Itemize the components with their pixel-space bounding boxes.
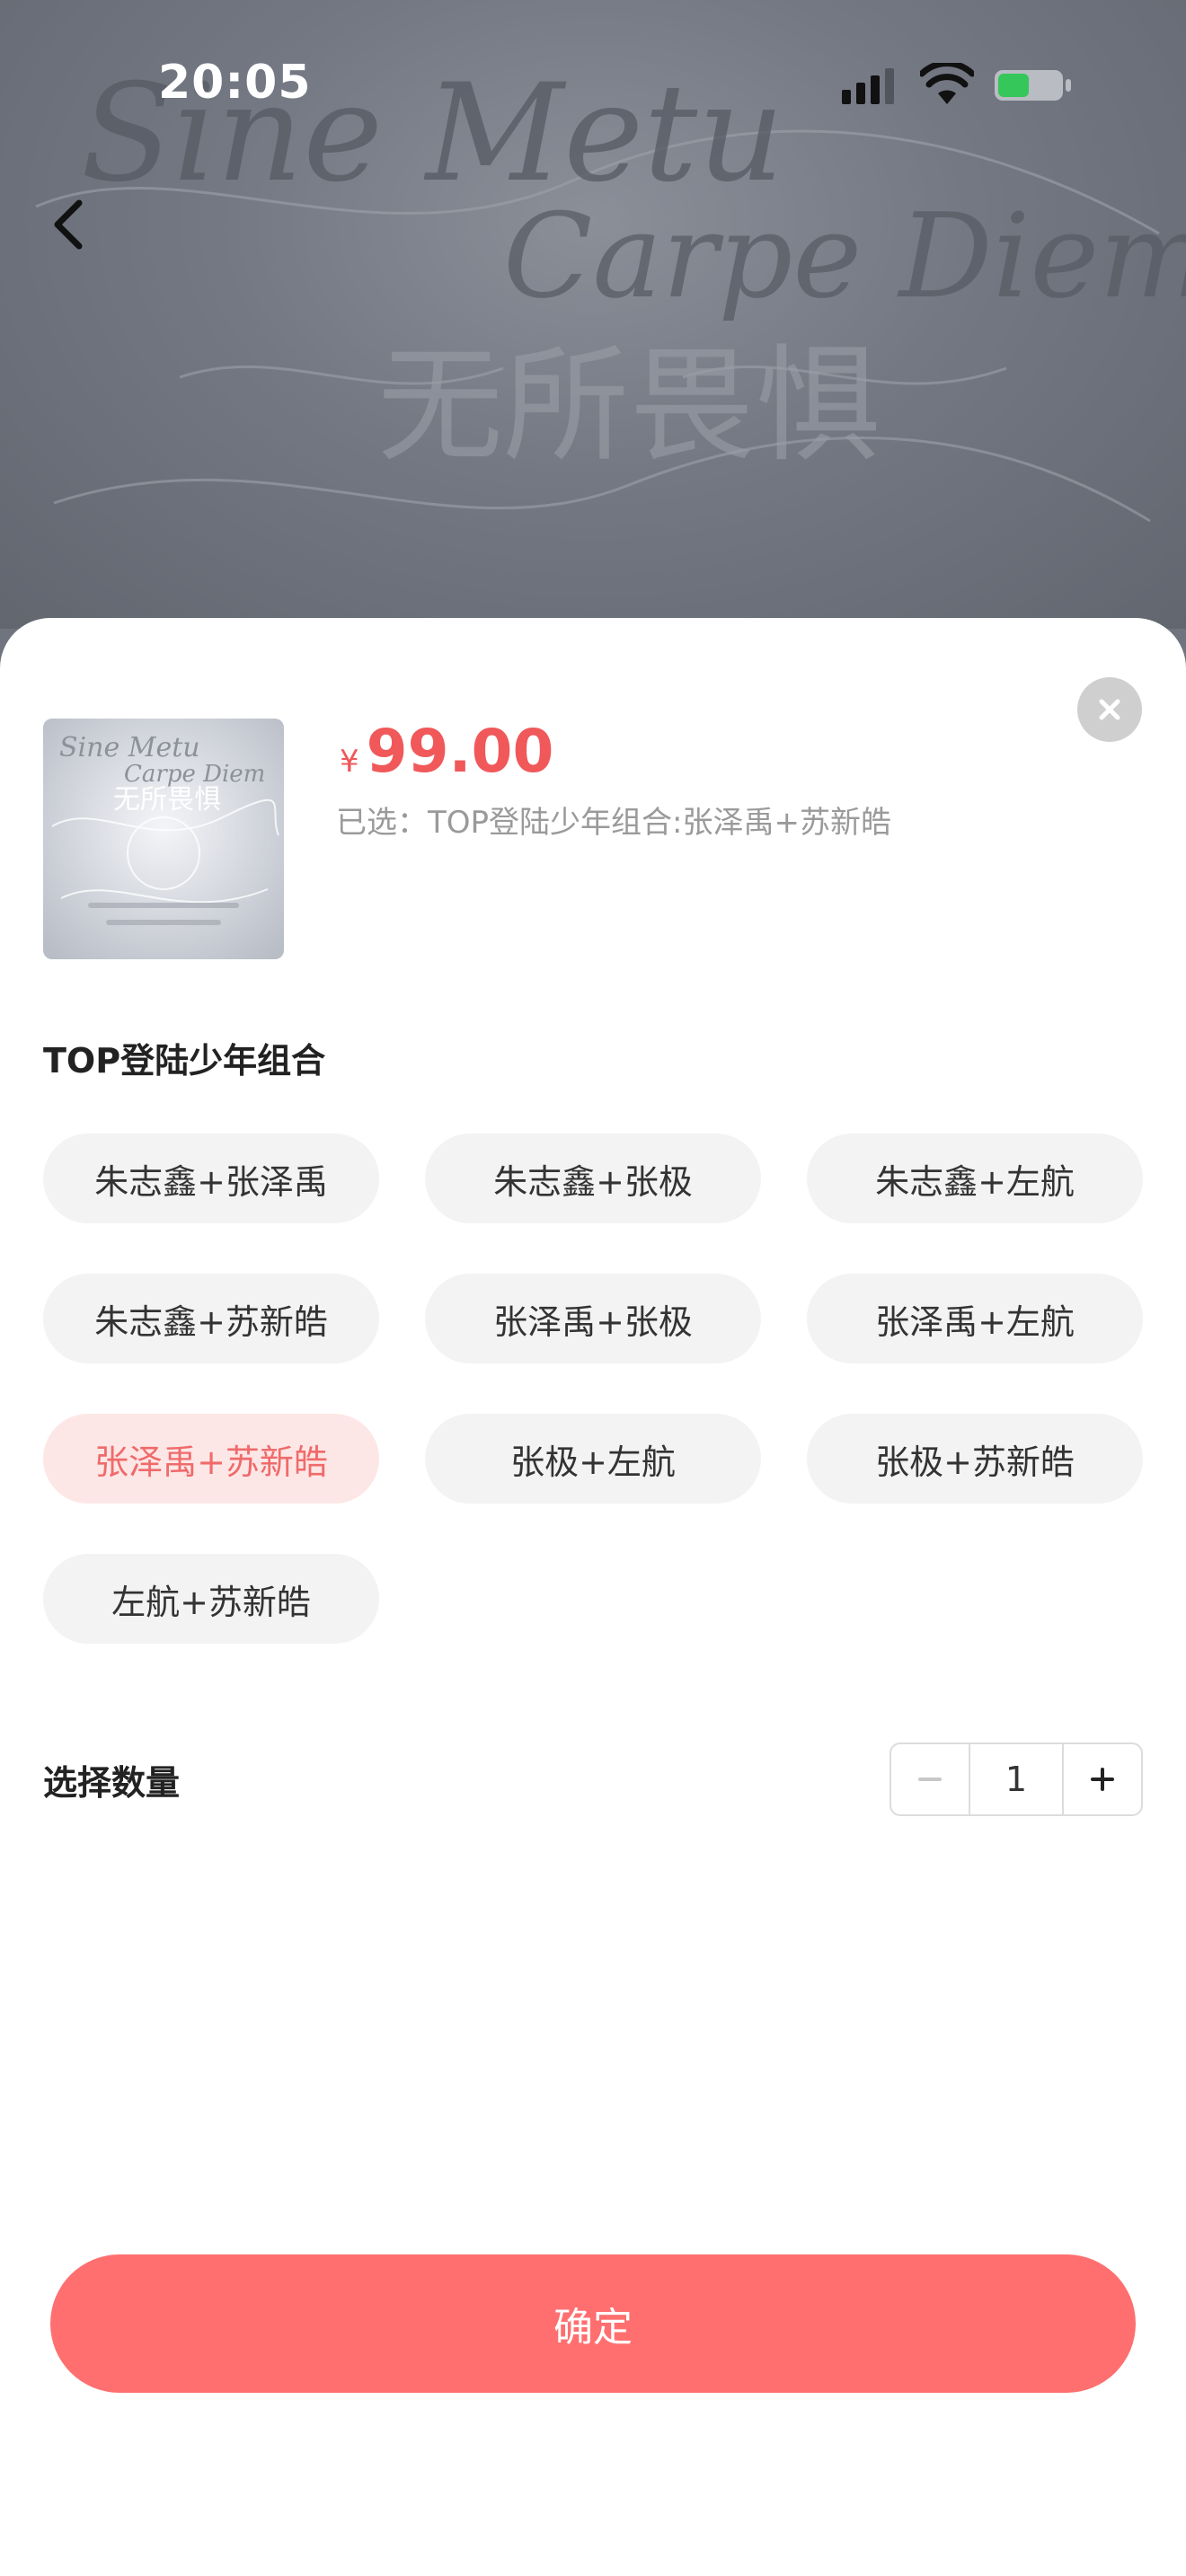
option-chip[interactable]: 张泽禹+张极	[425, 1274, 761, 1363]
option-chip[interactable]: 朱志鑫+左航	[807, 1134, 1143, 1223]
thumb-chinese-title: 无所畏惧	[113, 784, 221, 816]
plus-icon	[1091, 1768, 1114, 1791]
option-chip[interactable]: 左航+苏新皓	[43, 1554, 379, 1644]
chevron-left-icon	[54, 199, 83, 250]
minus-icon	[918, 1778, 942, 1781]
confirm-button[interactable]: 确定	[50, 2254, 1136, 2393]
back-button[interactable]	[36, 189, 101, 260]
increase-button[interactable]	[1064, 1744, 1141, 1814]
option-chip[interactable]: 张极+苏新皓	[807, 1414, 1143, 1504]
selected-variant-text: 已选：TOP登陆少年组合:张泽禹+苏新皓	[336, 805, 891, 841]
quantity-label: 选择数量	[43, 1763, 181, 1803]
status-time: 20:05	[158, 56, 312, 110]
hero-title-line-2: Carpe Diem	[503, 188, 1186, 324]
status-bar: 20:05	[0, 0, 1186, 171]
close-button[interactable]	[1077, 677, 1142, 742]
price: ¥ 99.00	[340, 717, 553, 786]
option-chip[interactable]: 张泽禹+苏新皓	[43, 1414, 379, 1504]
thumb-title-line-1: Sine Metu	[59, 732, 200, 763]
decrease-button[interactable]	[891, 1744, 969, 1814]
album-cover-image: Sine Metu Carpe Diem 无所畏惧	[43, 719, 284, 959]
wifi-icon	[920, 63, 974, 104]
price-amount: 99.00	[366, 717, 554, 786]
option-chip[interactable]: 朱志鑫+苏新皓	[43, 1274, 379, 1363]
hero-chinese-title: 无所畏惧	[377, 333, 881, 480]
option-chip[interactable]: 张极+左航	[425, 1414, 761, 1504]
close-icon	[1099, 699, 1120, 720]
price-currency: ¥	[340, 744, 359, 780]
product-thumbnail: Sine Metu Carpe Diem 无所畏惧	[43, 719, 284, 959]
option-grid: 朱志鑫+张泽禹 朱志鑫+张极 朱志鑫+左航 朱志鑫+苏新皓 张泽禹+张极 张泽禹…	[43, 1134, 1143, 1644]
battery-icon	[995, 70, 1071, 101]
option-chip[interactable]: 张泽禹+左航	[807, 1274, 1143, 1363]
option-chip[interactable]: 朱志鑫+张极	[425, 1134, 761, 1223]
signal-icon	[842, 68, 894, 104]
quantity-stepper: 1	[890, 1742, 1143, 1816]
sku-selection-sheet: Sine Metu Carpe Diem 无所畏惧 ¥ 99.00 已选：TOP…	[0, 618, 1186, 2576]
option-chip[interactable]: 朱志鑫+张泽禹	[43, 1134, 379, 1223]
quantity-value[interactable]: 1	[969, 1744, 1064, 1814]
option-group-title: TOP登陆少年组合	[43, 1041, 326, 1081]
